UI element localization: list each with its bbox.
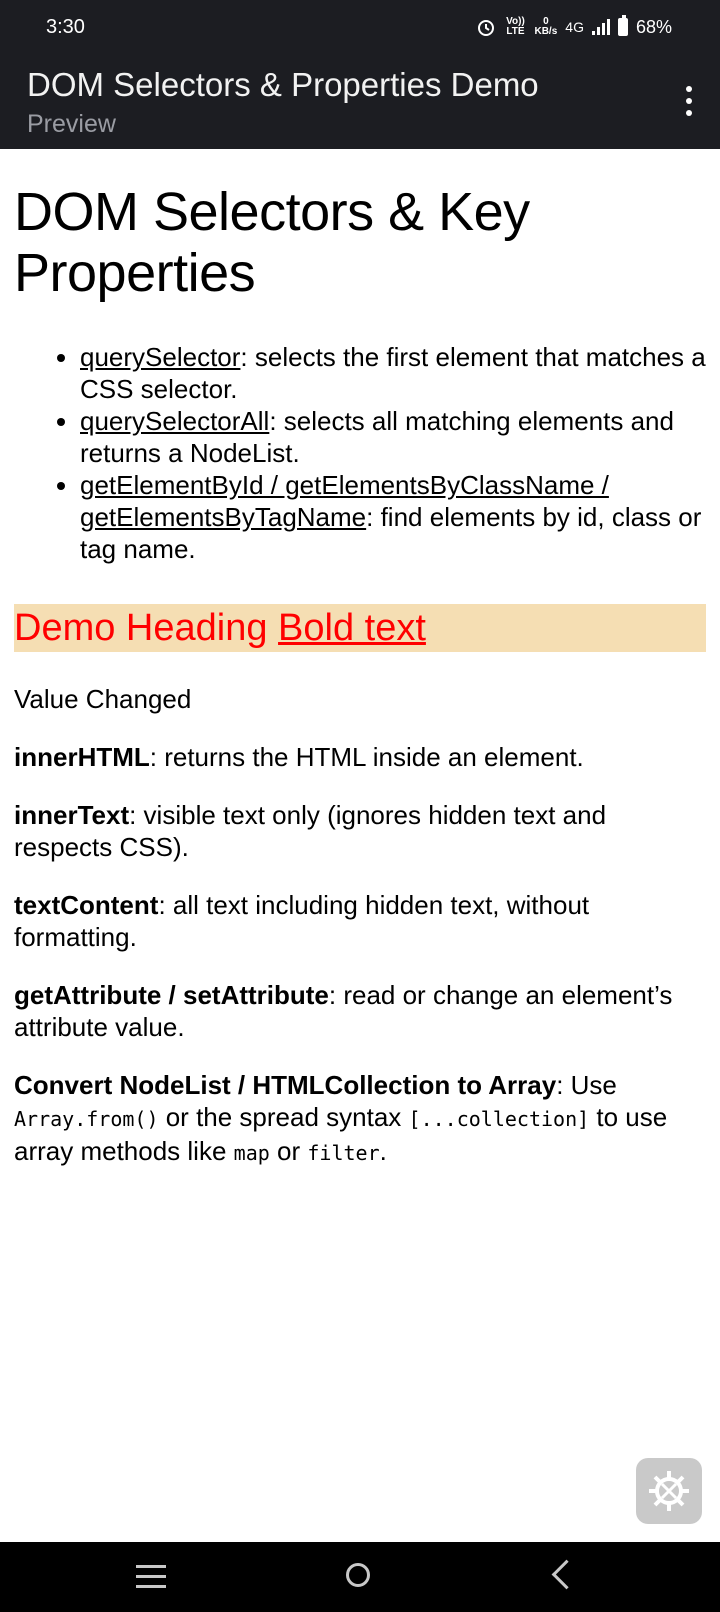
status-icons: Vo)) LTE 0 KB/s 4G 68%: [476, 14, 672, 40]
property-paragraph: innerHTML: returns the HTML inside an el…: [14, 742, 584, 772]
more-options-icon[interactable]: [684, 86, 694, 120]
demo-heading: Demo Heading Bold text: [14, 604, 706, 652]
page-title: DOM Selectors & Key Properties: [14, 182, 530, 303]
back-icon[interactable]: [551, 1559, 582, 1590]
property-paragraph: textContent: all text including hidden t…: [14, 890, 590, 952]
battery-icon: [617, 15, 628, 36]
battery-percent: 68%: [635, 16, 672, 37]
selector-link[interactable]: querySelector: [80, 342, 240, 372]
value-text: Value Changed: [14, 684, 192, 714]
list-item: getElementById / getElementsByClassName …: [80, 469, 706, 565]
app-bar: DOM Selectors & Properties Demo Preview: [0, 56, 720, 149]
status-time: 3:30: [46, 16, 85, 38]
bold-text: Bold text: [278, 607, 426, 649]
settings-gear-icon: [649, 1471, 689, 1511]
preview-content: DOM Selectors & Key Properties querySele…: [14, 149, 706, 1169]
home-icon[interactable]: [346, 1563, 370, 1587]
status-bar: 3:30 Vo)) LTE 0 KB/s 4G 68%: [0, 0, 720, 56]
navigation-bar: [0, 1542, 720, 1612]
data-speed: 0 KB/s: [534, 16, 558, 37]
property-paragraph: getAttribute / setAttribute: read or cha…: [14, 980, 673, 1042]
volte-indicator: Vo)) LTE: [506, 16, 525, 37]
app-subtitle: Preview: [27, 110, 116, 138]
property-paragraph: innerText: visible text only (ignores hi…: [14, 800, 607, 862]
selector-list: querySelector: selects the first element…: [14, 341, 706, 565]
list-item: querySelector: selects the first element…: [80, 341, 706, 405]
alarm-icon: [478, 20, 495, 36]
settings-button[interactable]: [636, 1458, 702, 1524]
selector-link[interactable]: querySelectorAll: [80, 406, 269, 436]
recents-icon[interactable]: [136, 1565, 166, 1595]
app-title: DOM Selectors & Properties Demo: [27, 66, 539, 103]
convert-paragraph: Convert NodeList / HTMLCollection to Arr…: [14, 1070, 668, 1166]
signal-icon: [591, 19, 610, 35]
network-type: 4G: [565, 19, 584, 35]
list-item: querySelectorAll: selects all matching e…: [80, 405, 706, 469]
